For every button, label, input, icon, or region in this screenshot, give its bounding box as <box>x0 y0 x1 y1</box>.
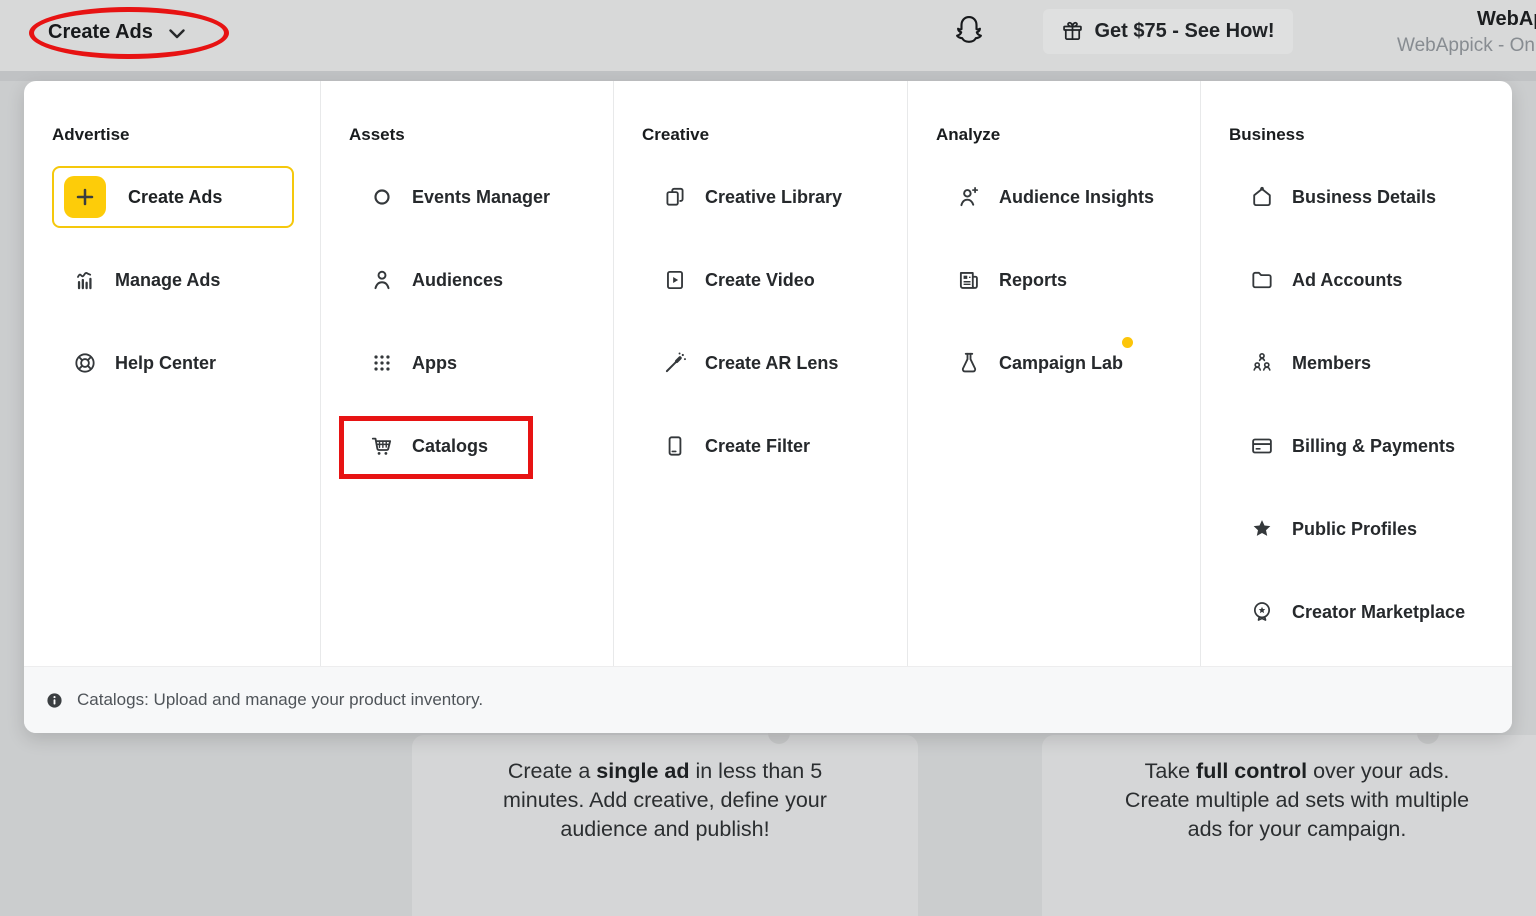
single-ad-card-text: Create a single ad in less than 5 minute… <box>491 757 839 844</box>
menu-item-reports[interactable]: Reports <box>908 249 1200 311</box>
column-creative: Creative Creative Library <box>613 81 907 666</box>
cart-icon <box>369 433 395 459</box>
flask-icon <box>956 350 982 376</box>
menu-item-label: Reports <box>999 270 1067 291</box>
account-org[interactable]: WebAppick - On <box>1397 35 1535 57</box>
create-ads-menu-label: Create Ads <box>48 21 153 44</box>
promo-label: Get $75 - See How! <box>1094 20 1274 43</box>
menu-item-creator-marketplace[interactable]: Creator Marketplace <box>1201 581 1512 643</box>
new-feature-dot <box>1122 337 1133 348</box>
menu-item-label: Members <box>1292 353 1371 374</box>
menu-item-audiences[interactable]: Audiences <box>321 249 613 311</box>
mega-menu-panel: Advertise Create Ads Manage Ads <box>24 81 1512 733</box>
help-lifebuoy-icon <box>72 350 98 376</box>
menu-item-create-filter[interactable]: Create Filter <box>614 415 907 477</box>
credit-card-icon <box>1249 433 1275 459</box>
gift-icon <box>1061 20 1084 43</box>
menu-item-label: Billing & Payments <box>1292 436 1455 457</box>
menu-item-ad-accounts[interactable]: Ad Accounts <box>1201 249 1512 311</box>
menu-item-label: Create Filter <box>705 436 810 457</box>
menu-item-create-ads[interactable]: Create Ads <box>52 166 294 228</box>
column-title-creative: Creative <box>642 125 907 145</box>
events-manager-circle-icon <box>369 184 395 210</box>
menu-item-label: Ad Accounts <box>1292 270 1402 291</box>
promo-button[interactable]: Get $75 - See How! <box>1043 9 1293 54</box>
menu-item-label: Creator Marketplace <box>1292 602 1465 623</box>
report-doc-icon <box>956 267 982 293</box>
menu-item-label: Campaign Lab <box>999 353 1123 374</box>
card-text-part: Create a <box>508 759 596 783</box>
menu-item-label: Create Ads <box>128 187 222 208</box>
manage-ads-chart-icon <box>72 267 98 293</box>
filter-frame-icon <box>662 433 688 459</box>
menu-item-label: Create Video <box>705 270 815 291</box>
video-play-icon <box>662 267 688 293</box>
home-icon <box>1249 184 1275 210</box>
menu-item-members[interactable]: Members <box>1201 332 1512 394</box>
card-text-part: Take <box>1145 759 1196 783</box>
menu-item-business-details[interactable]: Business Details <box>1201 166 1512 228</box>
menu-footer-hint: Catalogs: Upload and manage your product… <box>24 666 1512 733</box>
menu-item-audience-insights[interactable]: Audience Insights <box>908 166 1200 228</box>
menu-item-label: Audiences <box>412 270 503 291</box>
menu-item-label: Catalogs <box>412 436 488 457</box>
menu-item-apps[interactable]: Apps <box>321 332 613 394</box>
dim-overlay-strip <box>0 71 1536 81</box>
menu-item-label: Public Profiles <box>1292 519 1417 540</box>
person-icon <box>369 267 395 293</box>
menu-item-manage-ads[interactable]: Manage Ads <box>24 249 320 311</box>
account-name[interactable]: WebAppick <box>1477 8 1536 31</box>
advanced-create-card-text: Take full control over your ads. Create … <box>1123 757 1471 844</box>
single-ad-card[interactable]: Create a single ad in less than 5 minute… <box>412 735 918 916</box>
magic-wand-icon <box>662 350 688 376</box>
award-badge-icon <box>1249 599 1275 625</box>
menu-item-help-center[interactable]: Help Center <box>24 332 320 394</box>
column-title-business: Business <box>1229 125 1512 145</box>
plus-icon <box>64 176 106 218</box>
chevron-down-icon <box>169 29 185 39</box>
column-assets: Assets Events Manager Audiences <box>320 81 613 666</box>
menu-item-label: Manage Ads <box>115 270 220 291</box>
menu-item-catalogs[interactable]: Catalogs <box>321 415 613 477</box>
menu-item-create-video[interactable]: Create Video <box>614 249 907 311</box>
apps-grid-icon <box>369 350 395 376</box>
info-icon <box>46 692 63 709</box>
card-text-bold: full control <box>1196 759 1307 783</box>
top-bar: Create Ads Get $75 - See How! WebAppick … <box>0 0 1536 71</box>
advanced-create-card[interactable]: Take full control over your ads. Create … <box>1042 735 1536 916</box>
menu-footer-text: Catalogs: Upload and manage your product… <box>77 690 483 710</box>
menu-item-create-ar-lens[interactable]: Create AR Lens <box>614 332 907 394</box>
menu-item-label: Create AR Lens <box>705 353 838 374</box>
column-title-advertise: Advertise <box>52 125 320 145</box>
menu-item-label: Apps <box>412 353 457 374</box>
folder-icon <box>1249 267 1275 293</box>
column-title-analyze: Analyze <box>936 125 1200 145</box>
menu-item-public-profiles[interactable]: Public Profiles <box>1201 498 1512 560</box>
column-title-assets: Assets <box>349 125 613 145</box>
stacked-cards-icon <box>662 184 688 210</box>
members-group-icon <box>1249 350 1275 376</box>
column-analyze: Analyze Audience Insights <box>907 81 1200 666</box>
menu-item-campaign-lab[interactable]: Campaign Lab <box>908 332 1200 394</box>
menu-item-label: Help Center <box>115 353 216 374</box>
menu-item-events-manager[interactable]: Events Manager <box>321 166 613 228</box>
star-icon <box>1249 516 1275 542</box>
column-business: Business Business Details Ad Accounts <box>1200 81 1512 666</box>
column-advertise: Advertise Create Ads Manage Ads <box>24 81 320 666</box>
menu-item-label: Events Manager <box>412 187 550 208</box>
create-ads-menu-toggle[interactable]: Create Ads <box>48 21 185 44</box>
menu-item-label: Audience Insights <box>999 187 1154 208</box>
menu-item-billing-payments[interactable]: Billing & Payments <box>1201 415 1512 477</box>
person-plus-icon <box>956 184 982 210</box>
menu-item-creative-library[interactable]: Creative Library <box>614 166 907 228</box>
card-text-bold: single ad <box>596 759 689 783</box>
menu-item-label: Creative Library <box>705 187 842 208</box>
menu-item-label: Business Details <box>1292 187 1436 208</box>
snapchat-ghost-icon[interactable] <box>952 12 986 50</box>
